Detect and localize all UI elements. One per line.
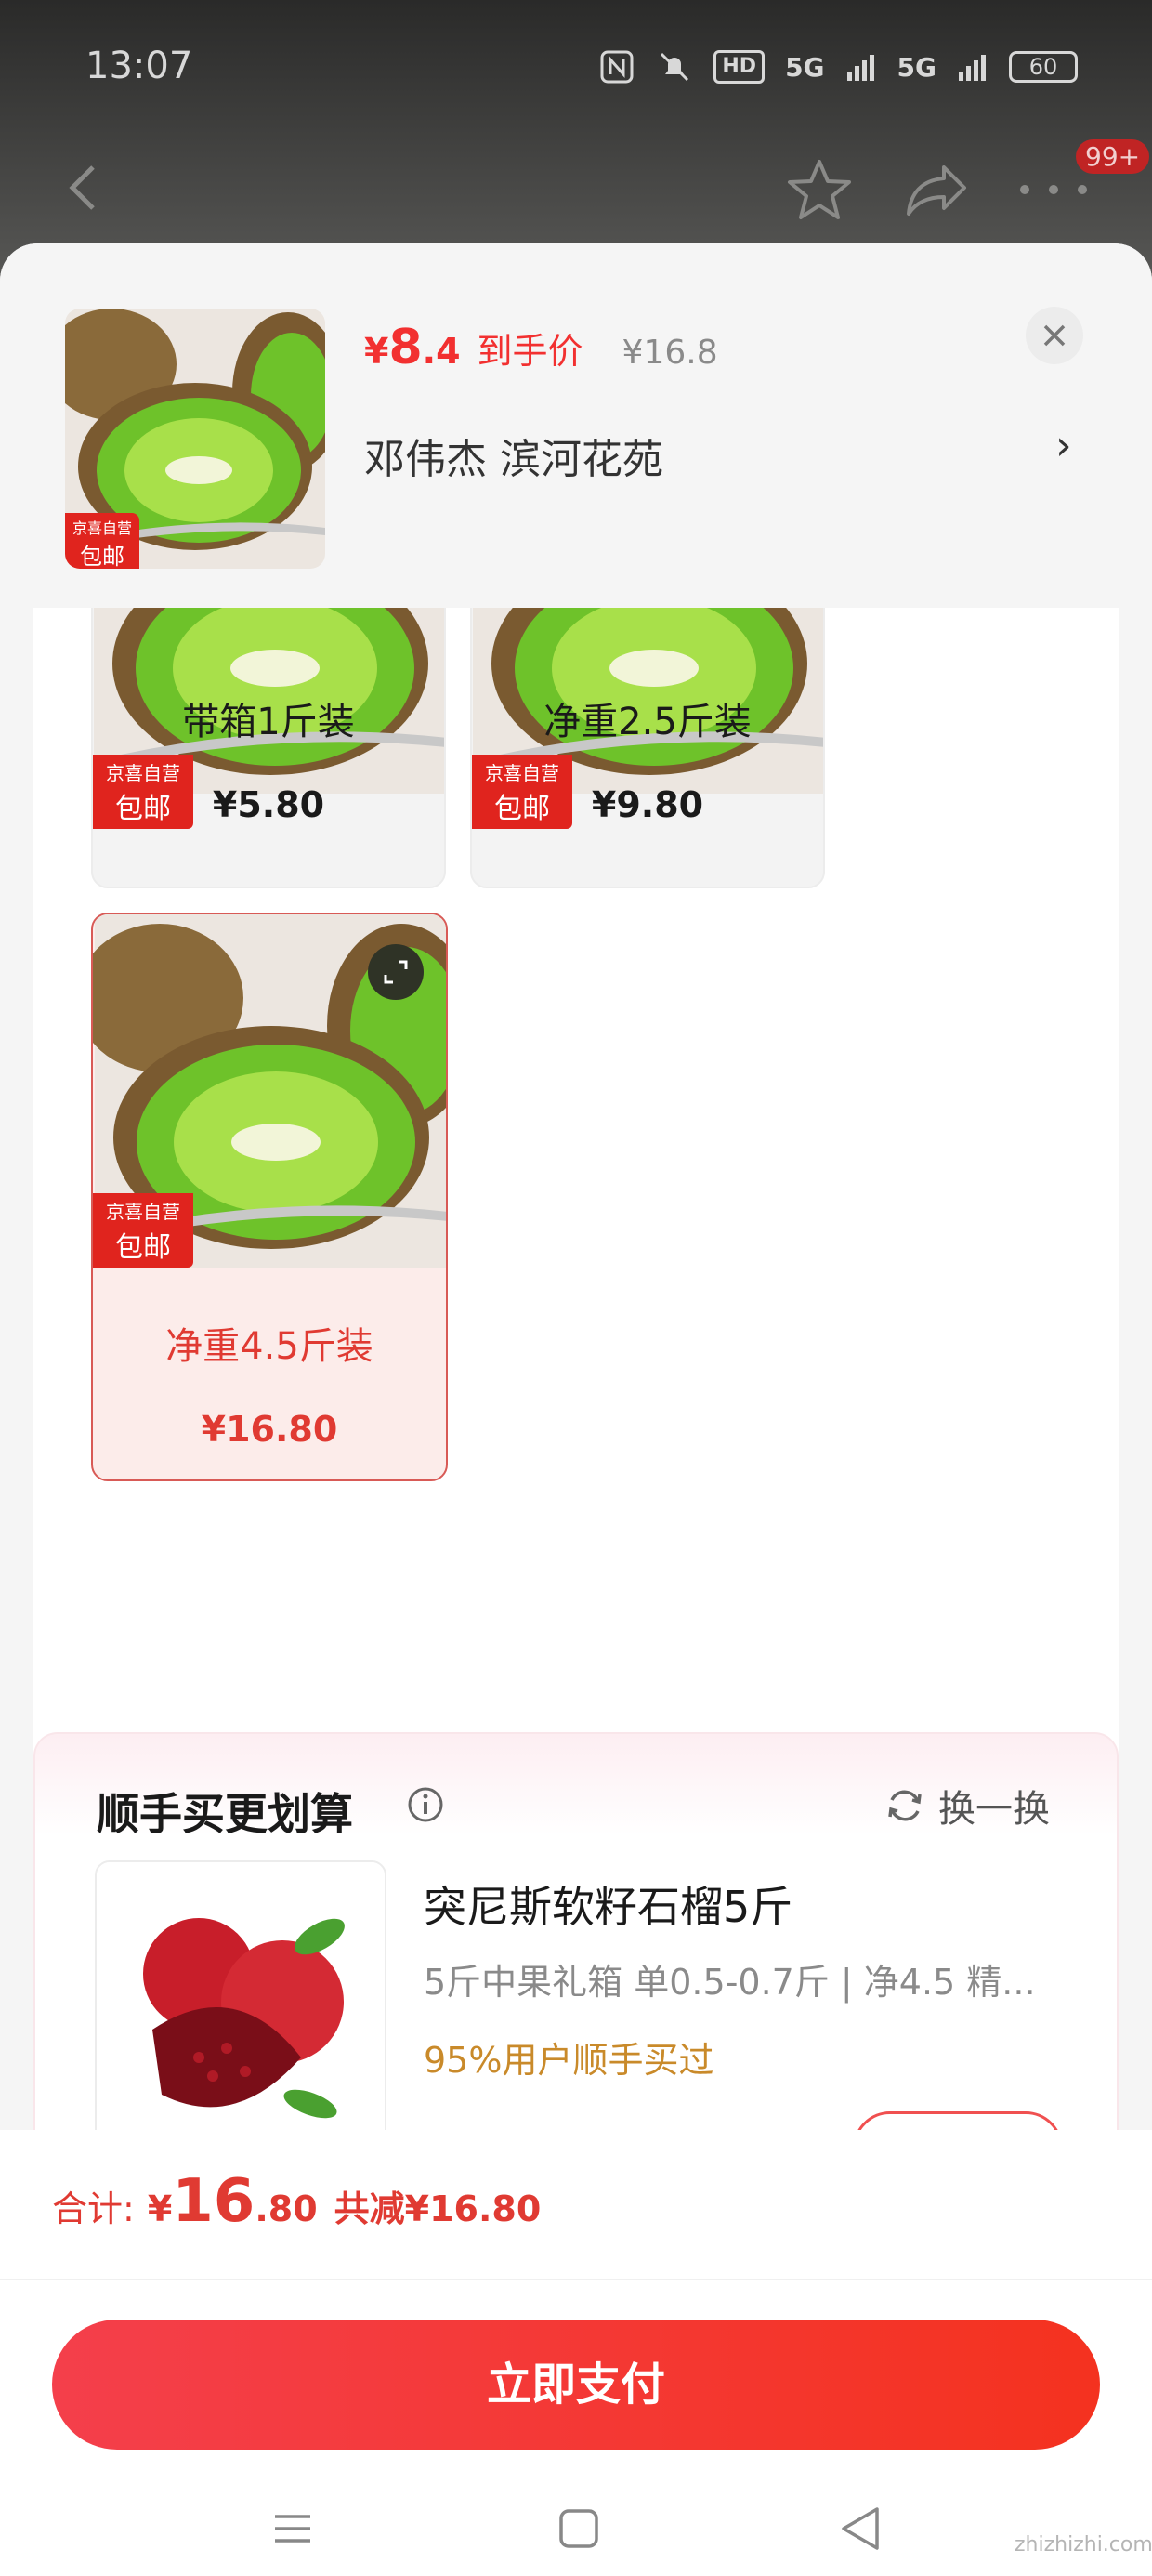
system-back-icon[interactable] <box>836 2504 886 2554</box>
mute-icon <box>661 52 689 82</box>
addon-recommendation-card: 顺手买更划算 换一换 突尼斯软籽石榴5斤 5斤中果礼箱 单0.5-0.7斤 | … <box>33 1732 1119 2197</box>
sku-option-3[interactable]: 京喜自营 包邮 净重4.5斤装 ¥16.80 <box>91 913 448 1481</box>
self-operated-badge: 京喜自营 包邮 <box>65 513 139 569</box>
back-arrow-icon[interactable] <box>58 160 113 216</box>
sku-name: 净重4.5斤装 <box>165 1325 373 1368</box>
expand-image-icon[interactable] <box>368 944 424 1000</box>
sku-price: ¥9.80 <box>591 784 704 825</box>
price-symbol: ¥ <box>364 331 389 372</box>
addon-title: 顺手买更划算 <box>97 1789 353 1839</box>
message-count-badge: 99+ <box>1076 139 1150 174</box>
info-icon[interactable] <box>407 1786 444 1823</box>
checkout-footer: 合计: ¥ 16 .80 共减¥16.80 立即支付 <box>0 2130 1152 2576</box>
sku-name: 带箱1斤装 <box>182 701 355 743</box>
chevron-right-icon[interactable]: › <box>1055 422 1072 469</box>
nfc-icon <box>600 50 634 84</box>
close-icon <box>1043 324 1066 347</box>
more-menu-icon[interactable] <box>1020 178 1087 201</box>
price-decimal: .4 <box>422 331 461 372</box>
favorite-star-icon[interactable] <box>786 156 853 223</box>
total-line: 合计: ¥ 16 .80 共减¥16.80 <box>52 2167 541 2236</box>
total-integer: 16 <box>172 2167 255 2236</box>
sku-name: 净重2.5斤装 <box>543 701 752 743</box>
sku-selection-sheet: 京喜自营 包邮 带箱1斤装 ¥5.80 京喜自营 包邮 净重2.5斤装 ¥9.8… <box>0 243 1152 2576</box>
status-icons: HD 5G 5G 60 <box>598 48 1078 85</box>
home-icon[interactable] <box>556 2505 602 2552</box>
total-symbol: ¥ <box>147 2188 173 2229</box>
refresh-icon <box>888 1790 922 1821</box>
addon-product-spec: 5斤中果礼箱 单0.5-0.7斤 | 净4.5 精... <box>424 1962 1036 2003</box>
sku-options-card: 京喜自营 包邮 带箱1斤装 ¥5.80 京喜自营 包邮 净重2.5斤装 ¥9.8… <box>33 439 1119 1942</box>
sku-price: ¥5.80 <box>212 784 325 825</box>
signal-bars-icon <box>846 55 874 81</box>
footer-divider <box>0 2279 1152 2280</box>
price-line: ¥ 8 .4 到手价 ¥16.8 <box>364 320 718 375</box>
5g-signal-icon: 5G <box>897 51 936 83</box>
selected-sku-thumbnail: 京喜自营 包邮 <box>65 309 325 569</box>
total-label: 合计: <box>52 2188 135 2229</box>
swap-button[interactable]: 换一换 <box>884 1779 1050 1833</box>
total-discount: 共减¥16.80 <box>334 2188 542 2229</box>
close-button[interactable] <box>1026 307 1083 364</box>
hd-icon: HD <box>713 50 766 84</box>
status-bar: 13:07 HD 5G 5G 60 <box>0 0 1152 139</box>
watermark: zhizhizhi.com <box>1015 2533 1152 2556</box>
final-price-tag: 到手价 <box>477 331 583 372</box>
battery-icon: 60 <box>1009 51 1078 83</box>
addon-bought-stat: 95%用户顺手买过 <box>424 2040 714 2081</box>
price-integer: 8 <box>388 320 423 375</box>
pay-now-button[interactable]: 立即支付 <box>52 2320 1100 2450</box>
signal-bars-icon <box>959 55 986 81</box>
sheet-header: 京喜自营 包邮 ¥ 8 .4 到手价 ¥16.8 邓伟杰 滨河花苑 › <box>0 243 1152 608</box>
total-decimal: .80 <box>255 2188 318 2229</box>
share-icon[interactable] <box>903 156 970 223</box>
addon-product-image[interactable] <box>95 1860 386 2167</box>
swap-label: 换一换 <box>938 1788 1050 1831</box>
status-time: 13:07 <box>85 45 193 87</box>
original-price: ¥16.8 <box>622 334 718 372</box>
system-nav-bar <box>0 2483 1152 2576</box>
delivery-address[interactable]: 邓伟杰 滨河花苑 <box>364 426 663 485</box>
5g-signal-icon: 5G <box>785 51 825 83</box>
addon-product-name[interactable]: 突尼斯软籽石榴5斤 <box>424 1873 792 1935</box>
sku-price: ¥16.80 <box>201 1409 338 1450</box>
product-nav-bar: 99+ <box>0 139 1152 251</box>
recent-apps-icon[interactable] <box>269 2505 316 2552</box>
self-operated-badge: 京喜自营 包邮 <box>93 1193 193 1268</box>
